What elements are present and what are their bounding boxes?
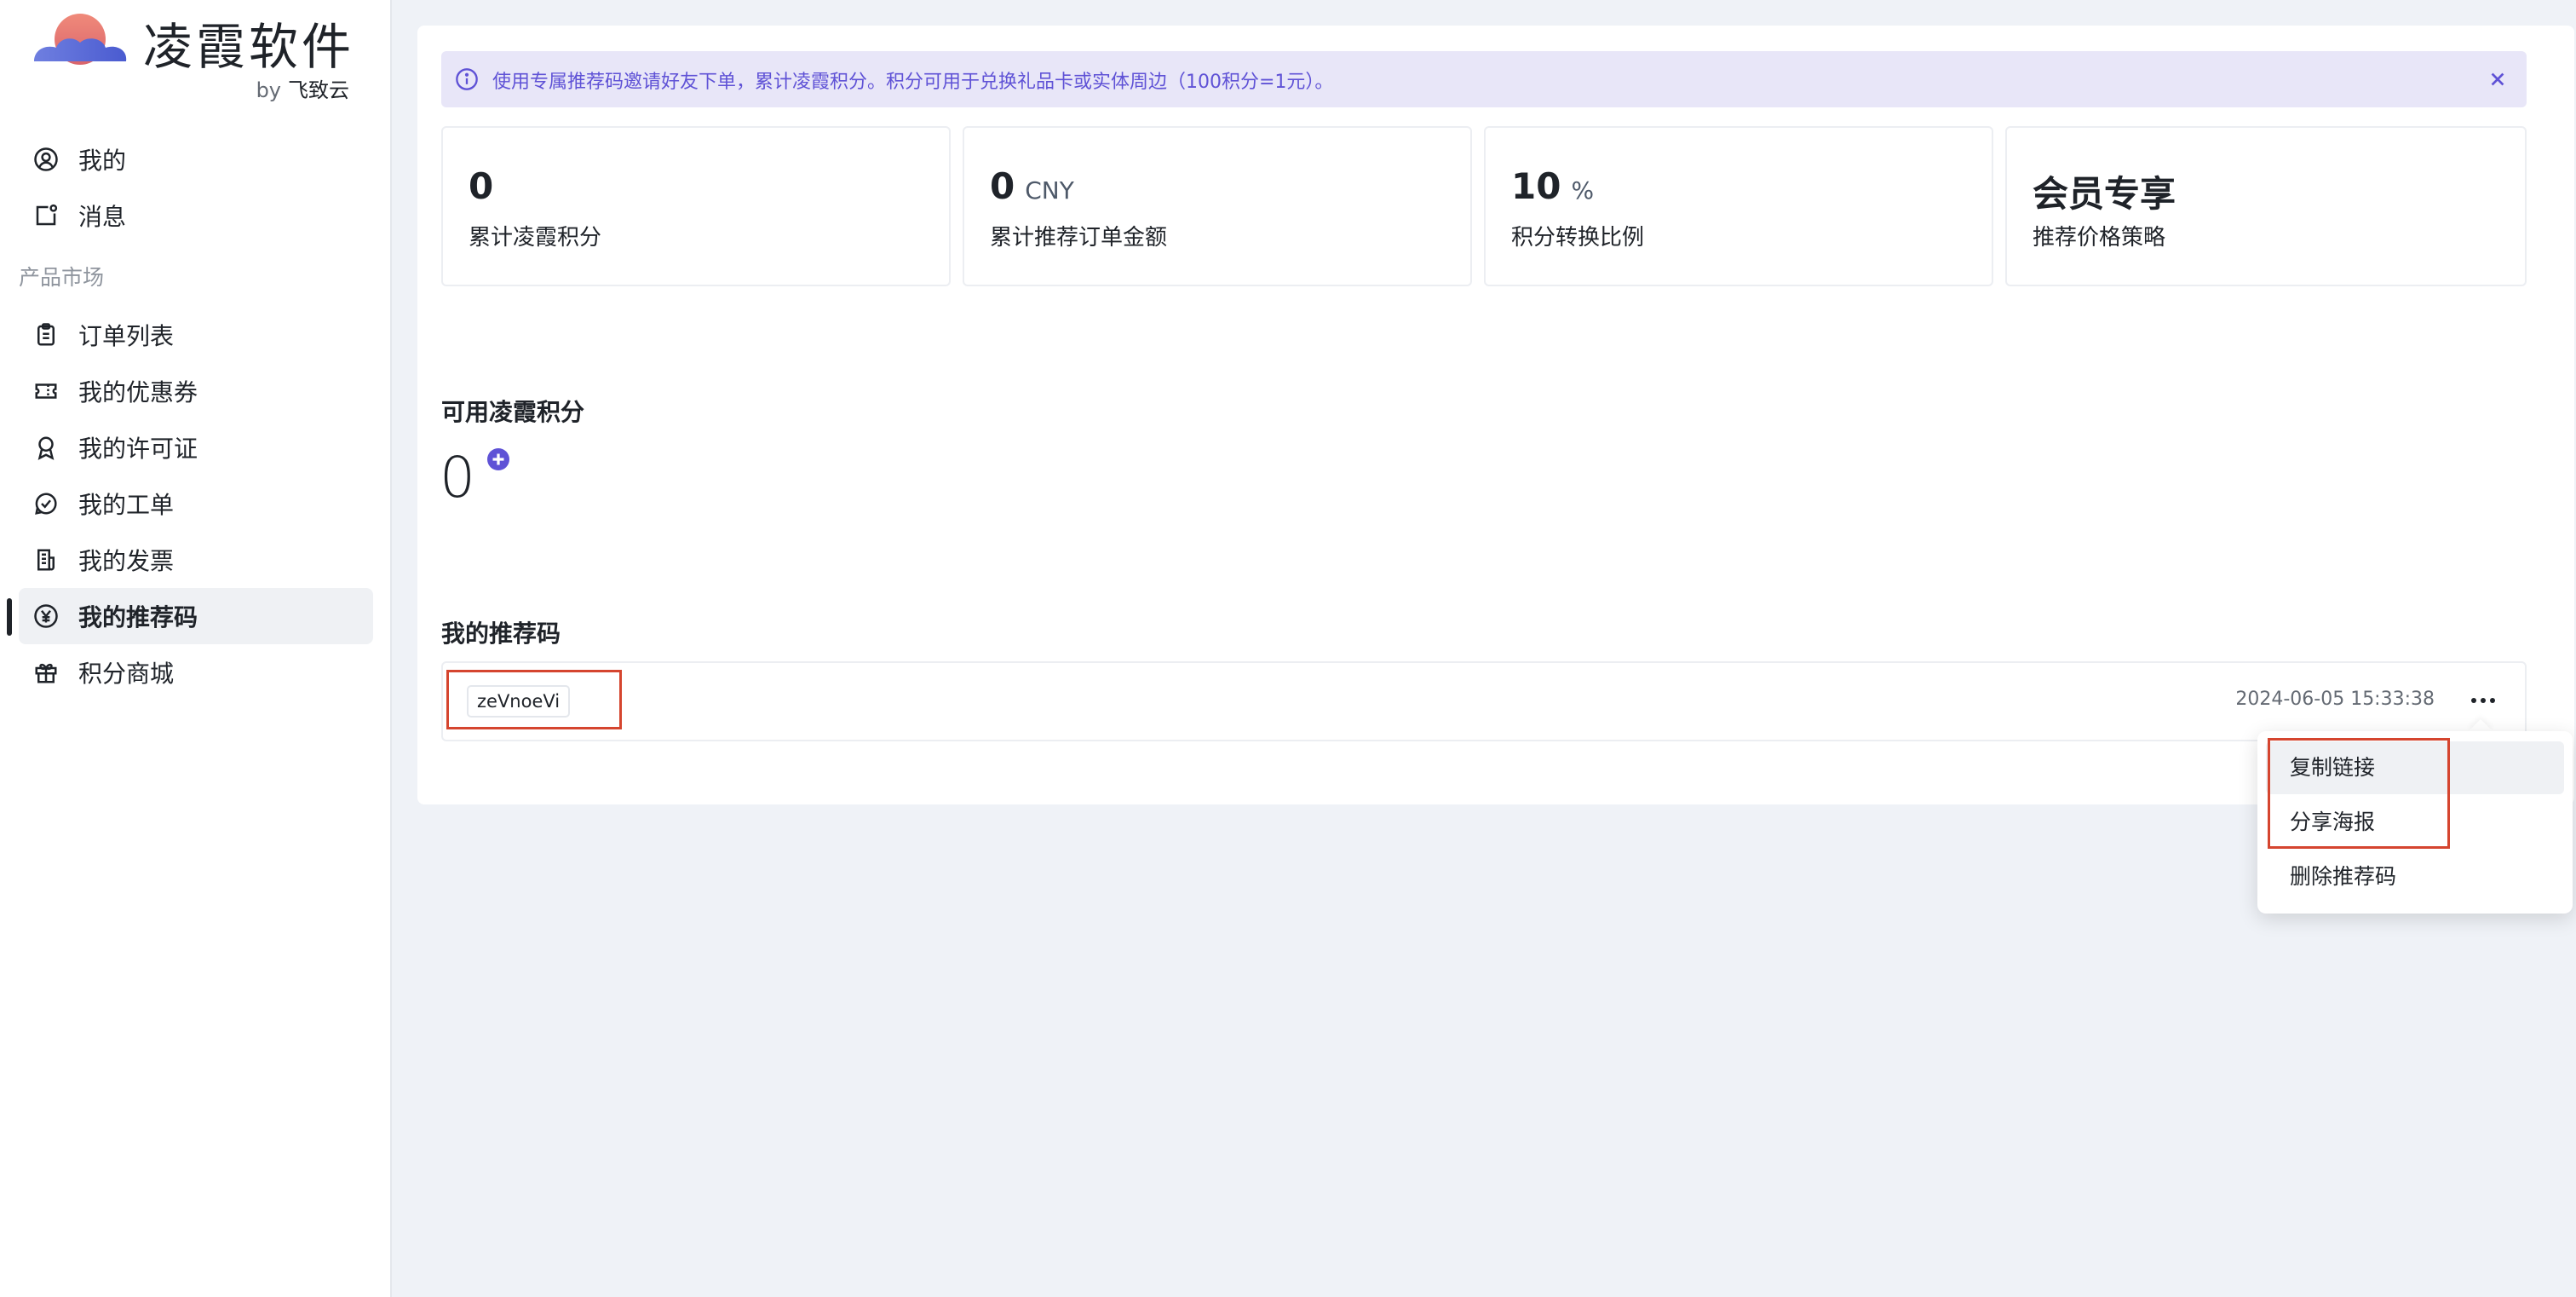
sidebar-item-tickets[interactable]: 我的工单 <box>19 476 373 532</box>
referral-code-row: zeVnoeVi 2024-06-05 15:33:38 <box>441 661 2527 741</box>
info-icon <box>456 68 478 90</box>
more-horizontal-icon <box>2471 698 2495 703</box>
gift-icon <box>32 659 60 686</box>
available-points-title: 可用凌霞积分 <box>441 398 585 426</box>
ticket-icon <box>32 378 60 405</box>
menu-item-delete-code[interactable]: 删除推荐码 <box>2266 850 2564 903</box>
stat-number: 0 <box>469 165 494 207</box>
available-points-value: 0 <box>440 445 475 510</box>
sidebar-item-licenses[interactable]: 我的许可证 <box>19 419 373 476</box>
sidebar-item-mine[interactable]: 我的 <box>19 131 373 187</box>
stat-value: 会员专享 <box>2033 165 2176 217</box>
app-title: 凌霞软件 <box>143 18 355 76</box>
sidebar-item-invoices[interactable]: 我的发票 <box>19 532 373 588</box>
invoice-icon <box>32 546 60 574</box>
byline-prefix: by <box>256 78 281 102</box>
sidebar-item-label: 我的工单 <box>78 491 175 519</box>
stat-number: 0 <box>990 165 1015 207</box>
message-icon <box>32 202 60 229</box>
stat-card-order-amount: 0 CNY 累计推荐订单金额 <box>963 126 1472 286</box>
stat-label: 累计凌霞积分 <box>469 225 602 251</box>
sidebar: 凌霞软件 by 飞致云 我的 消息 产品市场 订单列表 我的优惠券 我的许可证 <box>0 0 392 1297</box>
stat-number: 10 <box>1511 165 1561 207</box>
stat-value: 0 <box>469 165 493 207</box>
sidebar-item-points-mall[interactable]: 积分商城 <box>19 644 373 700</box>
stat-unit: % <box>1571 176 1595 205</box>
award-icon <box>32 434 60 461</box>
sidebar-item-referral[interactable]: 我的推荐码 <box>19 588 373 644</box>
active-indicator <box>7 598 12 636</box>
logo-cloud-icon <box>34 14 127 65</box>
stat-number: 会员专享 <box>2033 173 2176 215</box>
sidebar-item-label: 消息 <box>78 203 127 231</box>
referral-code-title: 我的推荐码 <box>441 620 561 648</box>
sidebar-item-label: 订单列表 <box>78 322 175 350</box>
plus-circle-icon[interactable] <box>487 448 509 470</box>
sidebar-item-label: 我的推荐码 <box>78 603 198 631</box>
user-circle-icon <box>32 146 60 173</box>
sidebar-item-messages[interactable]: 消息 <box>19 187 373 244</box>
stat-card-conversion-ratio: 10% 积分转换比例 <box>1484 126 1993 286</box>
clipboard-icon <box>32 321 60 349</box>
stat-label: 推荐价格策略 <box>2033 225 2166 251</box>
sidebar-item-label: 积分商城 <box>78 660 175 688</box>
info-alert: 使用专属推荐码邀请好友下单，累计凌霞积分。积分可用于兑换礼品卡或实体周边（100… <box>441 51 2527 107</box>
sidebar-item-label: 我的发票 <box>78 547 175 575</box>
yen-circle-icon <box>32 602 60 630</box>
sidebar-item-label: 我的 <box>78 147 127 175</box>
close-icon <box>2491 72 2504 86</box>
alert-text: 使用专属推荐码邀请好友下单，累计凌霞积分。积分可用于兑换礼品卡或实体周边（100… <box>492 72 1334 93</box>
referral-created-at: 2024-06-05 15:33:38 <box>2235 689 2435 710</box>
stat-label: 积分转换比例 <box>1511 225 1645 251</box>
byline-company: 飞致云 <box>288 78 349 102</box>
sidebar-item-orders[interactable]: 订单列表 <box>19 307 373 363</box>
alert-close-button[interactable] <box>2481 62 2515 96</box>
sidebar-item-coupons[interactable]: 我的优惠券 <box>19 363 373 419</box>
sidebar-item-label: 我的优惠券 <box>78 378 198 406</box>
more-actions-button[interactable] <box>2464 683 2503 718</box>
app-byline: by 飞致云 <box>256 73 349 103</box>
referral-code-tag[interactable]: zeVnoeVi <box>467 685 571 718</box>
stat-card-pricing-policy: 会员专享 推荐价格策略 <box>2005 126 2527 286</box>
stat-unit: CNY <box>1025 176 1074 205</box>
stat-card-total-points: 0 累计凌霞积分 <box>441 126 951 286</box>
sidebar-item-label: 我的许可证 <box>78 435 198 463</box>
main-panel: 使用专属推荐码邀请好友下单，累计凌霞积分。积分可用于兑换礼品卡或实体周边（100… <box>417 26 2574 804</box>
stat-label: 累计推荐订单金额 <box>990 225 1168 251</box>
chat-check-icon <box>32 490 60 517</box>
stat-value: 0 CNY <box>990 165 1074 207</box>
highlight-box <box>2268 738 2450 849</box>
sidebar-section-title: 产品市场 <box>19 265 105 290</box>
stat-value: 10% <box>1511 165 1594 207</box>
